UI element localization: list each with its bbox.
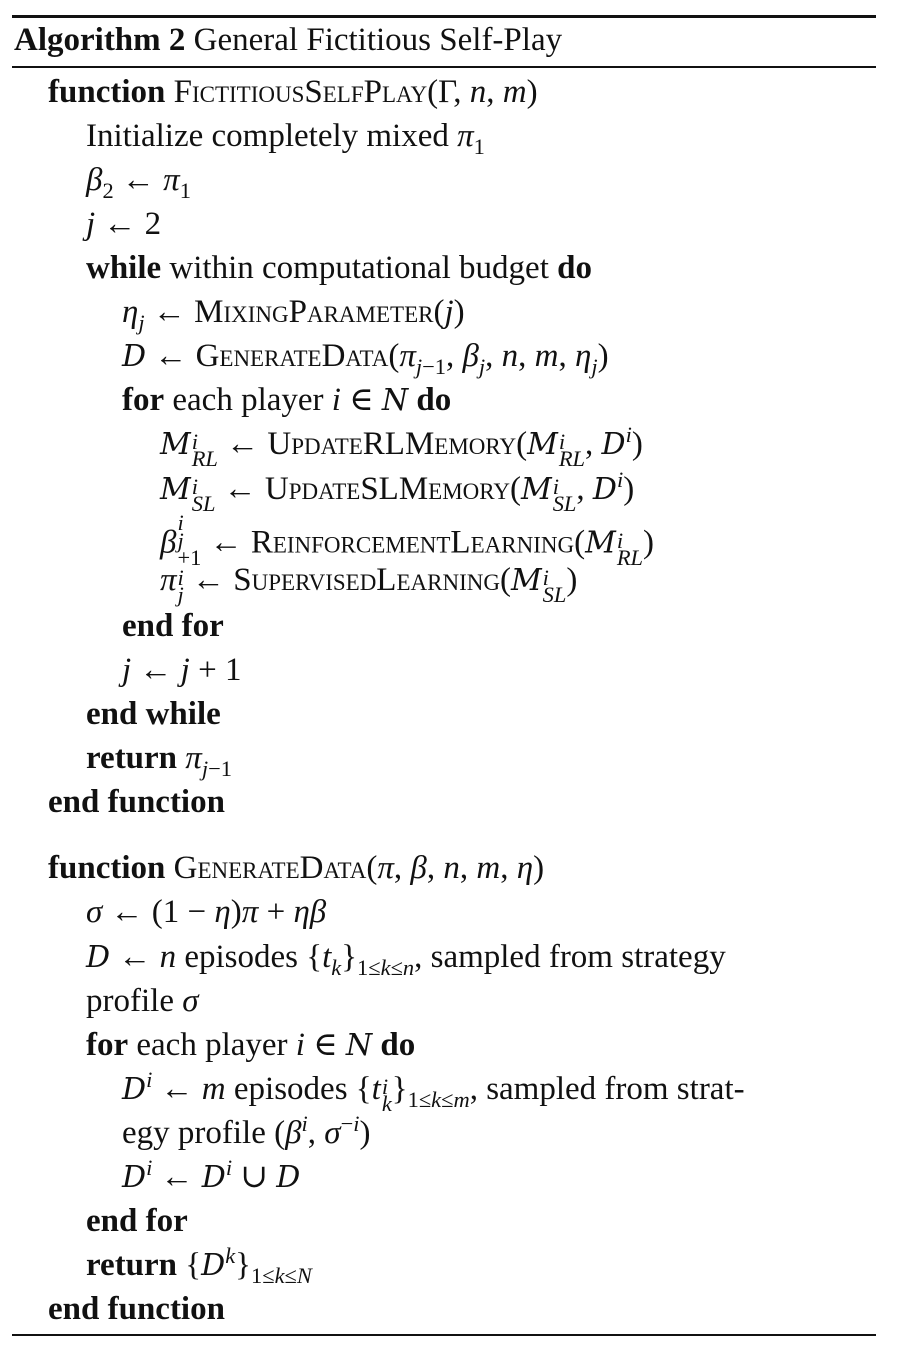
- keyword-return: return: [86, 1247, 178, 1283]
- algo-line-12: πij ← SupervisedLearning(M i SL): [160, 562, 578, 608]
- keyword-do: do: [557, 250, 592, 286]
- algo-line-9: Mi RL ← UpdateRLMemory(M i RL, Di): [160, 422, 643, 472]
- top-rule: [12, 15, 876, 18]
- line-text: egy profile: [122, 1115, 266, 1151]
- algo-line-28: end function: [48, 1289, 225, 1329]
- algorithm-caption: Algorithm 2 General Fictitious Self-Play: [14, 20, 562, 60]
- function-call: MixingParameter: [194, 294, 434, 330]
- function-name: FictitiousSelfPlay: [173, 74, 428, 110]
- keyword-do: do: [380, 1027, 416, 1063]
- line-text: , sampled from strategy: [414, 939, 726, 975]
- algo-line-27: return {Dk}1≤k≤N: [86, 1243, 312, 1288]
- keyword-function: function: [48, 74, 166, 110]
- algo-line-24: egy profile (βi, σ−i): [122, 1111, 371, 1151]
- algo-line-16: return πj−1: [86, 740, 232, 781]
- algo-line-13: end for: [122, 606, 224, 646]
- algorithm-label: Algorithm 2: [14, 22, 186, 58]
- algo-line-23: Di ← m episodes {t i k}1≤k≤m, sampled from…: [122, 1067, 745, 1117]
- keyword-end-for: end for: [86, 1203, 188, 1239]
- algo-line-20: D ← n episodes {tk}1≤k≤n, sampled from s…: [86, 939, 726, 980]
- algo-line-18: function GenerateData(π, β, n, m, η): [48, 850, 545, 886]
- line-text: , sampled from strat-: [469, 1071, 745, 1107]
- keyword-for: for: [122, 382, 165, 418]
- algo-line-14: j ← j + 1: [122, 652, 242, 688]
- algo-line-17: end function: [48, 782, 225, 822]
- keyword-end-for: end for: [122, 608, 224, 644]
- function-call: UpdateRLMemory: [267, 426, 517, 462]
- algo-line-2: Initialize completely mixed π1: [86, 118, 485, 159]
- bottom-rule: [12, 1334, 876, 1336]
- algo-line-22: for each player i ∈ N do: [86, 1027, 416, 1063]
- algo-line-1: function FictitiousSelfPlay(Γ, n, m): [48, 74, 538, 110]
- line-text: each player: [172, 382, 324, 418]
- function-call: UpdateSLMemory: [264, 471, 510, 507]
- caption-rule: [12, 66, 876, 68]
- function-call: SupervisedLearning: [233, 562, 500, 598]
- algo-line-19: σ ← (1 − η)π + ηβ: [86, 894, 327, 930]
- algo-line-10: Mi SL ← UpdateSLMemory(M i SL, Di): [160, 467, 635, 517]
- line-text: Initialize completely mixed: [86, 118, 449, 154]
- algo-line-5: while within computational budget do: [86, 248, 592, 288]
- algo-line-3: β2 ← π1: [86, 162, 191, 203]
- algo-line-21: profile σ: [86, 983, 199, 1019]
- function-call: GenerateData: [195, 338, 389, 374]
- algo-line-15: end while: [86, 694, 221, 734]
- keyword-end-function: end function: [48, 784, 225, 820]
- keyword-for: for: [86, 1027, 129, 1063]
- keyword-while: while: [86, 250, 162, 286]
- line-text: profile: [86, 983, 174, 1019]
- algo-line-11: β i j +1 ← ReinforcementLearning(M i RL): [160, 510, 654, 570]
- function-name: GenerateData: [173, 850, 367, 886]
- keyword-end-function: end function: [48, 1291, 225, 1327]
- algo-line-4: j ← 2: [86, 206, 162, 242]
- keyword-function: function: [48, 850, 166, 886]
- algo-line-6: ηj ← MixingParameter(j): [122, 294, 465, 335]
- keyword-end-while: end while: [86, 696, 221, 732]
- line-text: each player: [136, 1027, 288, 1063]
- keyword-return: return: [86, 740, 178, 776]
- keyword-do: do: [416, 382, 452, 418]
- line-text: episodes: [233, 1071, 348, 1107]
- line-text: episodes: [184, 939, 298, 975]
- algo-line-25: Di ← Di ∪ D: [122, 1155, 301, 1195]
- algo-line-8: for each player i ∈ N do: [122, 382, 452, 418]
- algo-line-7: D ← GenerateData(πj−1, βj, n, m, ηj): [122, 338, 609, 379]
- line-text: within computational budget: [169, 250, 549, 286]
- function-call: ReinforcementLearning: [250, 524, 575, 561]
- algo-line-26: end for: [86, 1201, 188, 1241]
- algorithm-title: General Fictitious Self-Play: [193, 22, 563, 58]
